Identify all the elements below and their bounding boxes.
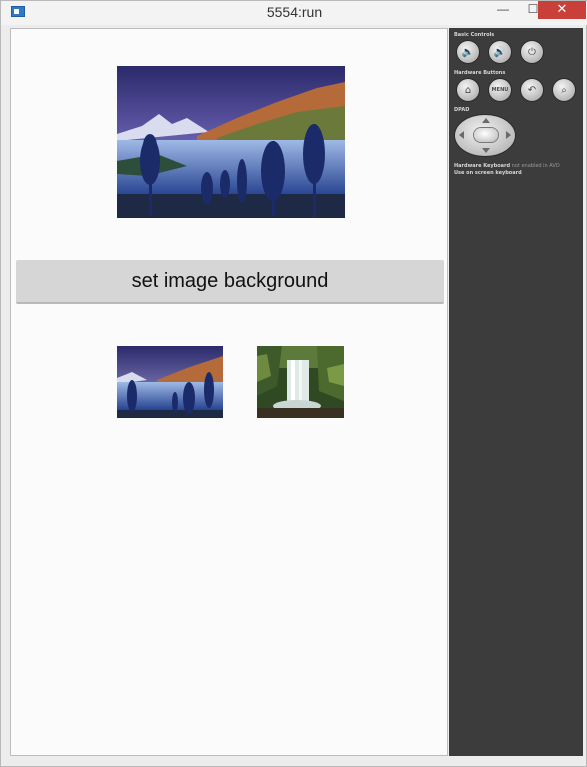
thumbnail-landscape[interactable] <box>117 346 223 418</box>
power-icon[interactable]: ⏻ <box>521 41 543 63</box>
search-icon[interactable]: ⌕ <box>553 79 575 101</box>
emulator-controls-panel: Basic Controls 🔈 🔊 ⏻ Hardware Buttons ⌂ … <box>449 28 583 756</box>
minimize-button[interactable]: — <box>488 1 518 19</box>
volume-down-icon[interactable]: 🔈 <box>457 41 479 63</box>
dpad-center-button[interactable] <box>474 128 498 142</box>
home-icon[interactable]: ⌂ <box>457 79 479 101</box>
dpad-label: DPAD <box>454 107 470 113</box>
hardware-buttons-label: Hardware Buttons <box>454 70 506 76</box>
set-image-background-button[interactable]: set image background <box>16 260 444 304</box>
dpad-down-icon[interactable] <box>482 148 490 153</box>
dpad-up-icon[interactable] <box>482 118 490 123</box>
close-button[interactable]: ✕ <box>538 1 586 19</box>
dpad-left-icon[interactable] <box>459 131 464 139</box>
title-bar: 5554:run — ☐ ✕ <box>1 1 587 25</box>
keyboard-note-dim: not enabled in AVD <box>510 163 560 169</box>
keyboard-note-line2: Use on screen keyboard <box>454 170 522 176</box>
keyboard-note-bold: Hardware Keyboard <box>454 163 511 169</box>
dpad-control[interactable] <box>455 115 515 156</box>
back-icon[interactable]: ↶ <box>521 79 543 101</box>
menu-button[interactable]: MENU <box>489 79 511 101</box>
emulator-window: 5554:run — ☐ ✕ set image background Basi… <box>0 0 587 767</box>
main-image <box>117 66 345 218</box>
thumbnail-waterfall[interactable] <box>257 346 344 418</box>
basic-controls-label: Basic Controls <box>454 32 495 38</box>
keyboard-note: Hardware Keyboard not enabled in AVD Use… <box>454 163 582 177</box>
device-screen: set image background <box>10 28 448 756</box>
volume-up-icon[interactable]: 🔊 <box>489 41 511 63</box>
dpad-right-icon[interactable] <box>506 131 511 139</box>
